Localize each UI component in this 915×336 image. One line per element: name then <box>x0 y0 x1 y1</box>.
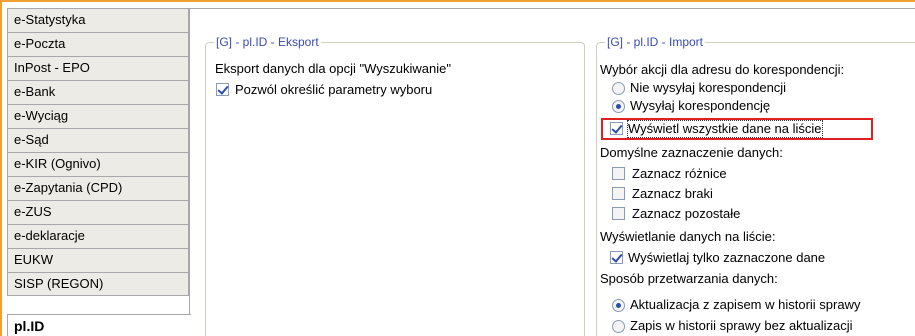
sidebar-item-e-kir[interactable]: e-KIR (Ognivo) <box>7 152 189 176</box>
show-all-label: Wyświetl wszystkie dane na liście <box>627 120 823 138</box>
import-group-title: [G] - pl.ID - Import <box>605 34 706 50</box>
no-send-label: Nie wysyłaj korespondencji <box>630 80 787 95</box>
sidebar-item-e-zapytania[interactable]: e-Zapytania (CPD) <box>7 176 189 200</box>
send-label: Wysyłaj korespondencję <box>630 98 771 113</box>
history-only-radio[interactable] <box>612 320 625 333</box>
mark-diff-label: Zaznacz różnice <box>632 166 727 181</box>
mark-missing-label: Zaznacz braki <box>632 186 713 201</box>
sidebar-item-e-sad[interactable]: e-Sąd <box>7 128 189 152</box>
sidebar-item-e-deklaracje[interactable]: e-deklaracje <box>7 224 189 248</box>
show-selected-label: Wyświetlaj tylko zaznaczone dane <box>628 250 826 265</box>
sidebar-item-eukw[interactable]: EUKW <box>7 248 189 272</box>
mark-diff-checkbox[interactable] <box>612 167 625 180</box>
sidebar-item-e-zus[interactable]: e-ZUS <box>7 200 189 224</box>
sidebar-item-inpost-epo[interactable]: InPost - EPO <box>7 56 189 80</box>
processing-label: Sposób przetwarzania danych: <box>600 271 778 286</box>
sidebar-item-e-wyciag[interactable]: e-Wyciąg <box>7 104 189 128</box>
sidebar-item-pl-id[interactable]: pl.ID <box>7 314 191 336</box>
sidebar-item-e-statystyka[interactable]: e-Statystyka <box>7 8 189 32</box>
sidebar-item-e-bank[interactable]: e-Bank <box>7 80 189 104</box>
mark-rest-checkbox[interactable] <box>612 207 625 220</box>
update-history-radio[interactable] <box>612 299 625 312</box>
export-group-title: [G] - pl.ID - Eksport <box>214 34 321 50</box>
sidebar-item-sisp-regon[interactable]: SISP (REGON) <box>7 272 189 296</box>
no-send-radio[interactable] <box>612 82 625 95</box>
update-history-label: Aktualizacja z zapisem w historii sprawy <box>630 297 861 312</box>
allow-params-checkbox[interactable] <box>216 83 229 96</box>
allow-params-label: Pozwól określić parametry wyboru <box>235 82 433 97</box>
sidebar-item-e-poczta[interactable]: e-Poczta <box>7 32 189 56</box>
display-label: Wyświetlanie danych na liście: <box>600 229 776 244</box>
export-subtitle: Eksport danych dla opcji "Wyszukiwanie" <box>215 61 451 76</box>
address-action-label: Wybór akcji dla adresu do korespondencji… <box>600 62 845 77</box>
mark-missing-checkbox[interactable] <box>612 187 625 200</box>
show-all-checkbox[interactable] <box>610 122 623 135</box>
send-radio[interactable] <box>612 100 625 113</box>
history-only-label: Zapis w historii sprawy bez aktualizacji <box>630 318 853 333</box>
default-selection-label: Domyślne zaznaczenie danych: <box>600 145 783 160</box>
show-selected-checkbox[interactable] <box>610 251 623 264</box>
mark-rest-label: Zaznacz pozostałe <box>632 206 741 221</box>
sidebar: e-Statystyka e-Poczta InPost - EPO e-Ban… <box>7 8 191 336</box>
